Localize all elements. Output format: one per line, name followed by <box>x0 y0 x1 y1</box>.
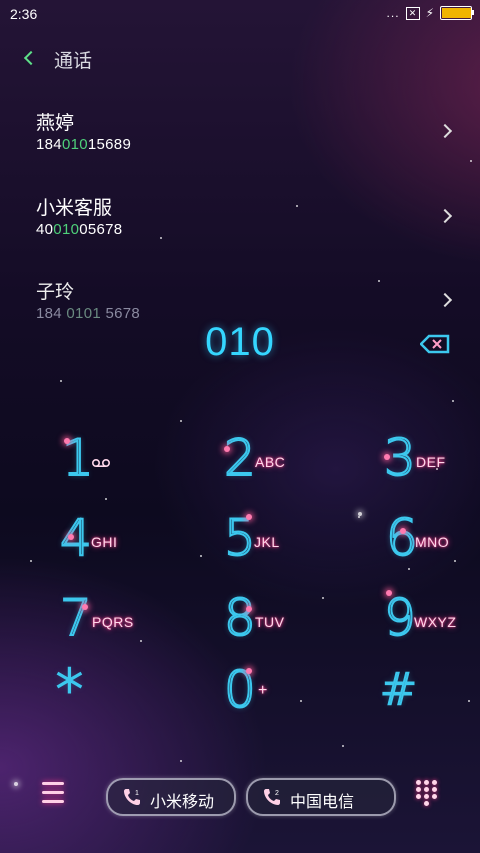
key-9[interactable]: 9 WXYZ <box>383 588 480 658</box>
key-1[interactable]: 1 <box>61 428 182 498</box>
charging-icon: ⚡ <box>425 6 434 20</box>
battery-level <box>442 8 471 18</box>
chevron-right-icon[interactable] <box>437 208 453 224</box>
key-letters: GHI <box>91 534 118 550</box>
battery-icon <box>440 6 474 20</box>
key-letters: ABC <box>255 454 286 470</box>
sim1-label: 小米移动 <box>150 794 215 811</box>
key-letters: DEF <box>416 454 446 470</box>
key-digit: 7 <box>59 588 93 648</box>
key-3[interactable]: 3 DEF <box>383 428 480 498</box>
key-star[interactable]: * <box>55 658 176 730</box>
key-digit: 6 <box>385 508 419 568</box>
contact-name: 子玲 <box>36 282 75 303</box>
status-bar: 2:36 ... ✕ ⚡ <box>0 0 480 28</box>
contact-number: 4001005678 <box>36 221 123 238</box>
key-letters: + <box>258 682 268 699</box>
status-time: 2:36 <box>10 6 38 22</box>
signal-dots-icon: ... <box>386 6 400 20</box>
phone-sim2-icon: 2 <box>264 789 280 805</box>
contact-number: 184 0101 5678 <box>36 305 141 322</box>
call-sim2-button[interactable]: 2 中国电信 <box>246 778 396 816</box>
key-digit: 9 <box>383 588 417 648</box>
chevron-right-icon[interactable] <box>437 292 453 308</box>
page-title: 通话 <box>54 51 93 72</box>
key-letters: MNO <box>415 534 450 550</box>
voicemail-icon <box>92 459 110 467</box>
key-digit: 4 <box>59 508 93 568</box>
svg-text:1: 1 <box>135 790 139 797</box>
chevron-right-icon[interactable] <box>437 123 453 139</box>
key-letters: JKL <box>254 534 280 550</box>
sim2-label: 中国电信 <box>290 794 355 811</box>
key-digit: 8 <box>223 588 257 648</box>
backspace-icon[interactable] <box>419 334 450 354</box>
key-letters: PQRS <box>92 614 134 630</box>
status-icons: ... ✕ ⚡ <box>386 6 474 20</box>
key-7[interactable]: 7 PQRS <box>59 588 180 658</box>
key-8[interactable]: 8 TUV <box>223 588 344 658</box>
menu-icon[interactable] <box>40 780 68 806</box>
contact-name: 燕婷 <box>36 113 75 134</box>
key-hash[interactable]: # <box>379 660 480 730</box>
key-letters: TUV <box>255 614 285 630</box>
key-digit: 1 <box>61 428 95 488</box>
contact-name: 小米客服 <box>36 198 113 219</box>
key-6[interactable]: 6 MNO <box>385 508 480 578</box>
key-letters: WXYZ <box>414 614 457 630</box>
contact-item[interactable]: 燕婷 18401015689 <box>0 98 480 168</box>
svg-text:2: 2 <box>275 790 279 797</box>
dial-number-display[interactable]: 010 <box>140 320 340 365</box>
call-sim1-button[interactable]: 1 小米移动 <box>106 778 236 816</box>
key-digit: * <box>55 658 84 721</box>
keypad-toggle-icon[interactable] <box>414 778 440 812</box>
key-digit: # <box>379 663 418 716</box>
key-2[interactable]: 2 ABC <box>223 428 344 498</box>
contact-number: 18401015689 <box>36 136 132 153</box>
key-0[interactable]: 0 + <box>223 660 344 730</box>
header: 通话 <box>0 40 480 76</box>
key-digit: 2 <box>223 428 257 488</box>
contact-item[interactable]: 小米客服 4001005678 <box>0 183 480 253</box>
phone-sim1-icon: 1 <box>124 789 140 805</box>
key-4[interactable]: 4 GHI <box>59 508 180 578</box>
x-box-icon: ✕ <box>405 6 420 20</box>
back-arrow-icon[interactable] <box>18 42 44 72</box>
key-5[interactable]: 5 JKL <box>223 508 344 578</box>
